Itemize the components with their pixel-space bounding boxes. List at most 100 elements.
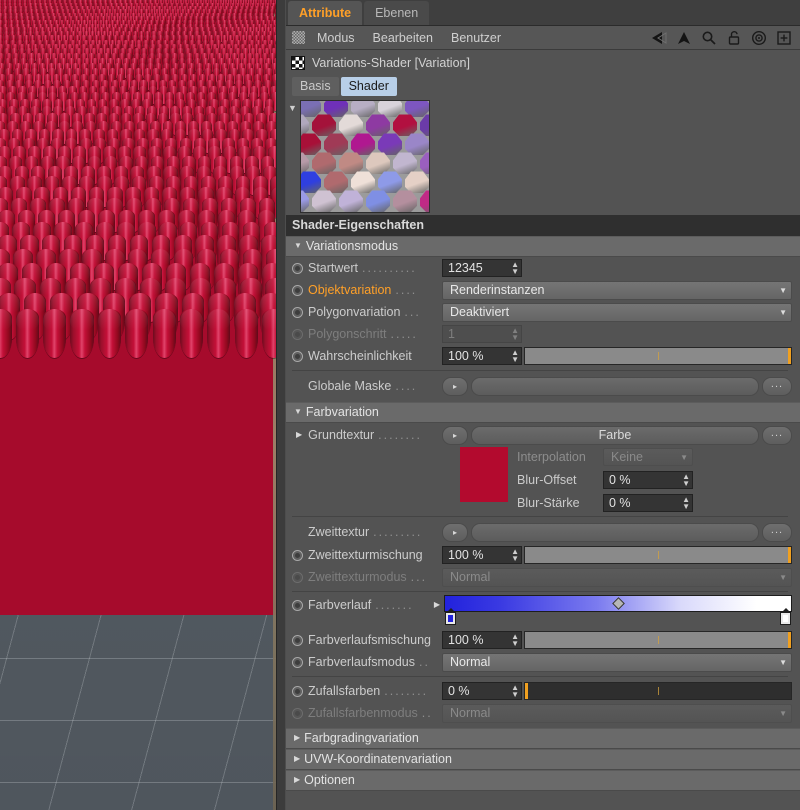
slider-knob[interactable] [788,348,791,364]
zweittexturmodus-radio [292,572,303,583]
farbverlaufsmischung-input[interactable]: 100 % ▲▼ [442,631,522,649]
zweittextur-expand-button[interactable]: ▸ [442,523,468,542]
farbverlaufsmodus-dropdown[interactable]: Normal ▼ [442,653,792,672]
row-farbverlaufsmischung: Farbverlaufsmischung 100 % ▲▼ [292,629,792,651]
menu-benutzer[interactable]: Benutzer [442,26,510,50]
plus-box-icon[interactable] [776,30,792,46]
zufallsfarben-radio[interactable] [292,686,303,697]
chevron-down-icon: ▼ [779,573,787,582]
zweittexturmischung-input[interactable]: 100 % ▲▼ [442,546,522,564]
farbverlaufsmischung-radio[interactable] [292,635,303,646]
grundtextur-field[interactable]: Farbe [471,426,759,445]
globale-maske-field[interactable] [471,377,759,396]
stepper-icon[interactable]: ▲▼ [676,496,690,510]
wahrscheinlichkeit-radio[interactable] [292,351,303,362]
chevron-right-icon[interactable]: ▶ [434,601,440,609]
object-title: Variations-Shader [Variation] [312,56,470,70]
up-arrow-icon[interactable] [676,30,692,46]
startwert-radio[interactable] [292,263,303,274]
3d-viewport[interactable] [0,0,276,810]
preview-collapse-arrow[interactable]: ▼ [288,100,300,113]
zufallsfarben-input[interactable]: 0 % ▲▼ [442,682,522,700]
stepper-icon[interactable]: ▲▼ [676,473,690,487]
zweittextur-field[interactable] [471,523,759,542]
shader-preview[interactable] [300,100,430,213]
stepper-icon[interactable]: ▲▼ [505,349,519,363]
group-uvw-koordinatenvariation[interactable]: ▶ UVW-Koordinatenvariation [286,749,800,770]
wahrscheinlichkeit-slider[interactable] [524,347,792,365]
globale-maske-expand-button[interactable]: ▸ [442,377,468,396]
zweittextur-label: Zweittextur [308,525,369,539]
farbverlauf-gradient-widget[interactable] [444,595,792,627]
object-header: Variations-Shader [Variation] [286,52,800,74]
polygonvariation-value: Deaktiviert [450,305,509,319]
cylinder [207,309,230,358]
tab-attribute[interactable]: Attribute [288,1,362,25]
wahrscheinlichkeit-input[interactable]: 100 % ▲▼ [442,347,522,365]
farbverlauf-labelbox: Farbverlauf ....... ▶ [292,595,442,612]
polygonvariation-radio[interactable] [292,307,303,318]
polygonvariation-dropdown[interactable]: Deaktiviert ▼ [442,303,792,322]
farbverlaufsmischung-slider[interactable] [524,631,792,649]
chevron-right-icon: ▶ [294,776,300,784]
objektvariation-dropdown[interactable]: Renderinstanzen ▼ [442,281,792,300]
gradient-interpolation-marker[interactable] [612,597,625,610]
grundtextur-browse-button[interactable]: ... [762,426,792,445]
leader-dots: ... [411,570,438,584]
farbverlaufsmodus-radio[interactable] [292,657,303,668]
stepper-icon[interactable]: ▲▼ [505,548,519,562]
subtab-basis[interactable]: Basis [292,77,339,96]
menu-bearbeiten[interactable]: Bearbeiten [364,26,442,50]
group-uvw-koordinatenvariation-label: UVW-Koordinatenvariation [304,752,452,766]
zweittextur-browse-button[interactable]: ... [762,523,792,542]
viewport-grid [0,596,276,810]
target-icon[interactable] [751,30,767,46]
row-blur-staerke: Blur-Stärke 0 % ▲▼ [517,493,693,513]
objektvariation-value: Renderinstanzen [450,283,545,297]
subtab-shader[interactable]: Shader [341,77,397,96]
back-arrow-icon[interactable] [651,30,667,46]
blur-offset-input[interactable]: 0 % ▲▼ [603,471,693,489]
group-variationsmodus[interactable]: ▼ Variationsmodus [286,236,800,257]
leader-dots: ..... [391,327,438,341]
slider-knob[interactable] [525,683,528,699]
row-polygonschritt: Polygonschritt ..... 1 ▲▼ [292,323,792,345]
zweittexturmischung-slider[interactable] [524,546,792,564]
stepper-icon[interactable]: ▲▼ [505,684,519,698]
stepper-icon[interactable]: ▲▼ [505,633,519,647]
blur-staerke-input[interactable]: 0 % ▲▼ [603,494,693,512]
row-farbverlauf: Farbverlauf ....... ▶ [292,595,792,629]
chevron-right-icon[interactable]: ▶ [296,431,302,439]
tab-ebenen[interactable]: Ebenen [364,1,429,25]
grundtextur-expand-button[interactable]: ▸ [442,426,468,445]
row-zufallsfarben: Zufallsfarben ........ 0 % ▲▼ [292,680,792,702]
stepper-icon[interactable]: ▲▼ [505,261,519,275]
grundtextur-label: Grundtextur [308,428,374,442]
zweittexturmischung-radio[interactable] [292,550,303,561]
slider-knob[interactable] [788,632,791,648]
interpolation-dropdown: Keine ▼ [603,448,693,466]
globale-maske-browse-button[interactable]: ... [762,377,792,396]
gradient-bar[interactable] [444,595,792,612]
startwert-input[interactable]: 12345 ▲▼ [442,259,522,277]
group-farbgradingvariation[interactable]: ▶ Farbgradingvariation [286,728,800,749]
dither-grid-icon[interactable] [292,31,305,44]
unlock-icon[interactable] [726,30,742,46]
chevron-down-icon: ▼ [779,308,787,317]
gradient-knot-left[interactable] [445,612,456,625]
farbverlauf-radio[interactable] [292,600,303,611]
gradient-knot-right[interactable] [780,612,791,625]
objektvariation-labelbox: Objektvariation .... [292,283,442,297]
zufallsfarben-slider[interactable] [524,682,792,700]
search-icon[interactable] [701,30,717,46]
group-farbvariation[interactable]: ▼ Farbvariation [286,402,800,423]
objektvariation-radio[interactable] [292,285,303,296]
cylinder [0,309,12,358]
grundtextur-color-swatch[interactable] [460,447,508,502]
group-optionen[interactable]: ▶ Optionen [286,770,800,791]
menu-modus[interactable]: Modus [308,26,364,50]
grundtextur-subsettings: Interpolation Keine ▼ Blur-Offset 0 % ▲▼ [292,447,792,513]
viewport-panel-divider[interactable] [276,0,286,810]
slider-midtick [658,352,659,360]
slider-knob[interactable] [788,547,791,563]
